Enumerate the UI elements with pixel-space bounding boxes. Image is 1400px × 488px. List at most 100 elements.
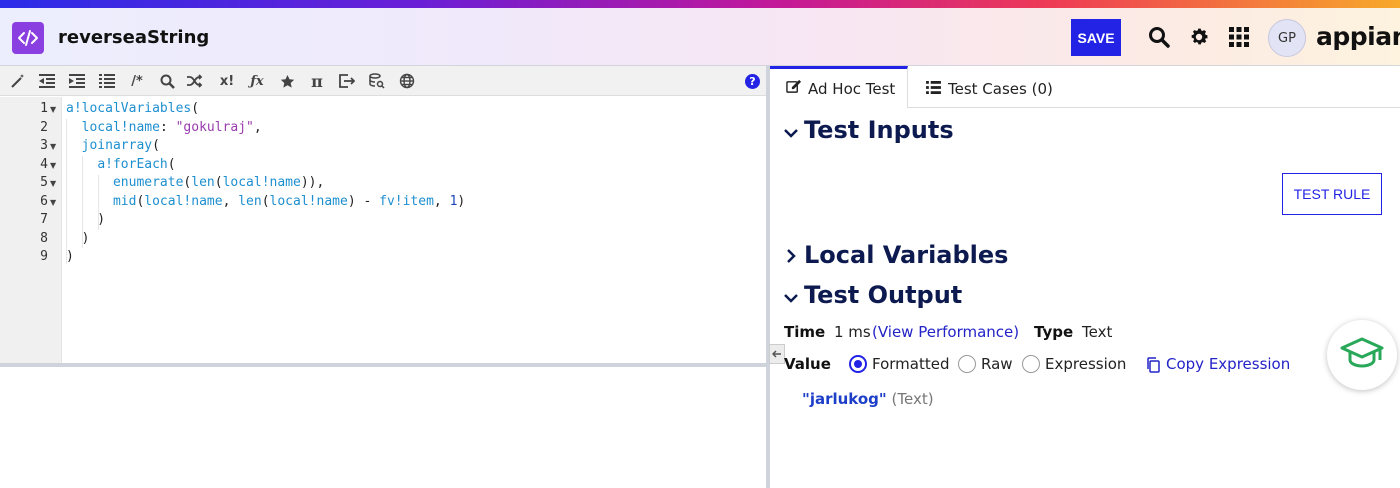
line-number: 3	[40, 138, 48, 153]
time-value: 1 ms	[834, 323, 871, 341]
code-line[interactable]: a!localVariables(	[66, 101, 199, 116]
code-token: )	[66, 249, 74, 264]
help-icon[interactable]: ?	[745, 74, 760, 89]
code-token: (	[214, 175, 223, 190]
horizontal-splitter[interactable]	[0, 363, 766, 367]
code-token: enumerate	[112, 175, 184, 190]
code-token: )	[457, 193, 466, 209]
code-token: "gokulraj"	[175, 119, 254, 135]
fold-arrow-icon[interactable]: ▼	[50, 161, 56, 170]
editor-toolbar: /* x! ƒx π	[0, 66, 766, 96]
expression-radio[interactable]	[1022, 355, 1040, 373]
app-header: reverseaString SAVE GP appian	[0, 8, 1400, 66]
test-tabs: Ad Hoc Test Test Cases (0)	[770, 66, 1400, 108]
fold-arrow-icon[interactable]: ▼	[50, 105, 56, 114]
avatar[interactable]: GP	[1268, 19, 1306, 57]
outdent-icon[interactable]	[38, 72, 56, 90]
copy-expression-link[interactable]: Copy Expression	[1166, 355, 1290, 373]
section-heading: Test Inputs	[804, 116, 954, 144]
collapse-panel-icon[interactable]	[769, 344, 785, 364]
line-number-gutter: 1 2 3 4 5 6 7 8 9 ▼ ▼ ▼ ▼ ▼	[0, 97, 62, 363]
test-rule-button[interactable]: TEST RULE	[1282, 173, 1382, 215]
vertical-splitter[interactable]	[766, 66, 770, 488]
view-performance-link[interactable]: (View Performance)	[872, 323, 1019, 341]
code-token: mid	[112, 193, 137, 209]
section-heading: Test Output	[804, 281, 963, 309]
local-variables-section-toggle[interactable]: Local Variables	[784, 241, 1008, 269]
gear-icon[interactable]	[1187, 25, 1211, 49]
learning-center-button[interactable]	[1327, 320, 1397, 390]
chevron-down-icon	[784, 281, 798, 309]
code-line[interactable]: )	[66, 230, 90, 246]
code-token: )	[66, 230, 90, 246]
code-line[interactable]: local!name: "gokulraj",	[66, 120, 262, 135]
code-line[interactable]: mid(local!name, len(local!name) - fv!ite…	[66, 194, 465, 209]
fold-arrow-icon[interactable]: ▼	[50, 142, 56, 151]
expression-icon[interactable]: x!	[218, 72, 236, 90]
raw-option-label[interactable]: Raw	[981, 355, 1013, 373]
export-icon[interactable]	[338, 72, 356, 90]
code-token: (	[167, 156, 176, 172]
raw-radio[interactable]	[958, 355, 976, 373]
tab-ad-hoc-test[interactable]: Ad Hoc Test	[770, 66, 908, 108]
fold-arrow-icon[interactable]: ▼	[50, 179, 56, 188]
code-line[interactable]: enumerate(len(local!name)),	[66, 175, 324, 190]
function-icon[interactable]: ƒx	[248, 72, 266, 90]
indent-icon[interactable]	[68, 72, 86, 90]
code-line[interactable]: joinarray(	[66, 138, 160, 153]
globe-icon[interactable]	[398, 72, 416, 90]
code-line[interactable]: )	[66, 212, 105, 227]
pi-icon[interactable]: π	[308, 72, 326, 91]
list-icon[interactable]	[98, 72, 116, 90]
code-token: a!localVariables	[66, 101, 192, 116]
code-token: fv!item	[379, 193, 434, 209]
search-icon[interactable]	[158, 72, 176, 90]
code-token: len	[191, 175, 215, 190]
brand-gradient-strip	[0, 0, 1400, 8]
search-icon[interactable]	[1147, 25, 1171, 49]
code-token: local!name	[269, 193, 348, 209]
tab-label: Test Cases (0)	[948, 79, 1053, 98]
code-token: local!name	[222, 175, 301, 190]
code-token: (	[191, 101, 200, 116]
page-title: reverseaString	[58, 27, 210, 48]
shuffle-icon[interactable]	[186, 72, 204, 90]
line-number: 7	[40, 212, 48, 227]
code-token: ,	[222, 193, 239, 209]
value-label: Value	[784, 355, 831, 373]
code-token: )	[66, 212, 106, 227]
code-token: ) -	[347, 193, 380, 209]
formatted-option-label[interactable]: Formatted	[872, 355, 950, 373]
formatted-radio[interactable]	[849, 355, 867, 373]
save-button[interactable]: SAVE	[1071, 19, 1121, 56]
line-number: 8	[40, 230, 48, 246]
code-token: local!name	[81, 119, 160, 135]
copy-icon[interactable]	[1146, 357, 1160, 377]
expression-rule-icon	[12, 22, 44, 54]
magic-wand-icon[interactable]	[9, 72, 27, 90]
comment-icon[interactable]: /*	[128, 72, 146, 90]
app-grid-icon[interactable]	[1227, 25, 1251, 49]
code-token: len	[238, 193, 262, 209]
tab-test-cases[interactable]: Test Cases (0)	[926, 69, 1053, 108]
result-value: "jarlukog"	[802, 390, 887, 408]
code-line[interactable]: )	[66, 249, 74, 264]
chevron-right-icon	[784, 241, 798, 269]
code-line[interactable]: a!forEach(	[66, 156, 176, 172]
list-icon	[926, 80, 941, 98]
line-number: 4	[40, 156, 48, 172]
line-number: 1	[40, 101, 48, 116]
appian-logo: appian	[1316, 22, 1400, 51]
database-search-icon[interactable]	[368, 72, 386, 90]
test-output-section-toggle[interactable]: Test Output	[784, 281, 962, 309]
code-token: joinarray	[81, 138, 153, 153]
expression-editor[interactable]: a!localVariables( local!name: "gokulraj"…	[66, 97, 761, 363]
test-inputs-section-toggle[interactable]: Test Inputs	[784, 116, 954, 144]
expression-option-label[interactable]: Expression	[1045, 355, 1126, 373]
star-icon[interactable]	[278, 72, 296, 90]
fold-arrow-icon[interactable]: ▼	[50, 198, 56, 207]
section-heading: Local Variables	[804, 241, 1009, 269]
